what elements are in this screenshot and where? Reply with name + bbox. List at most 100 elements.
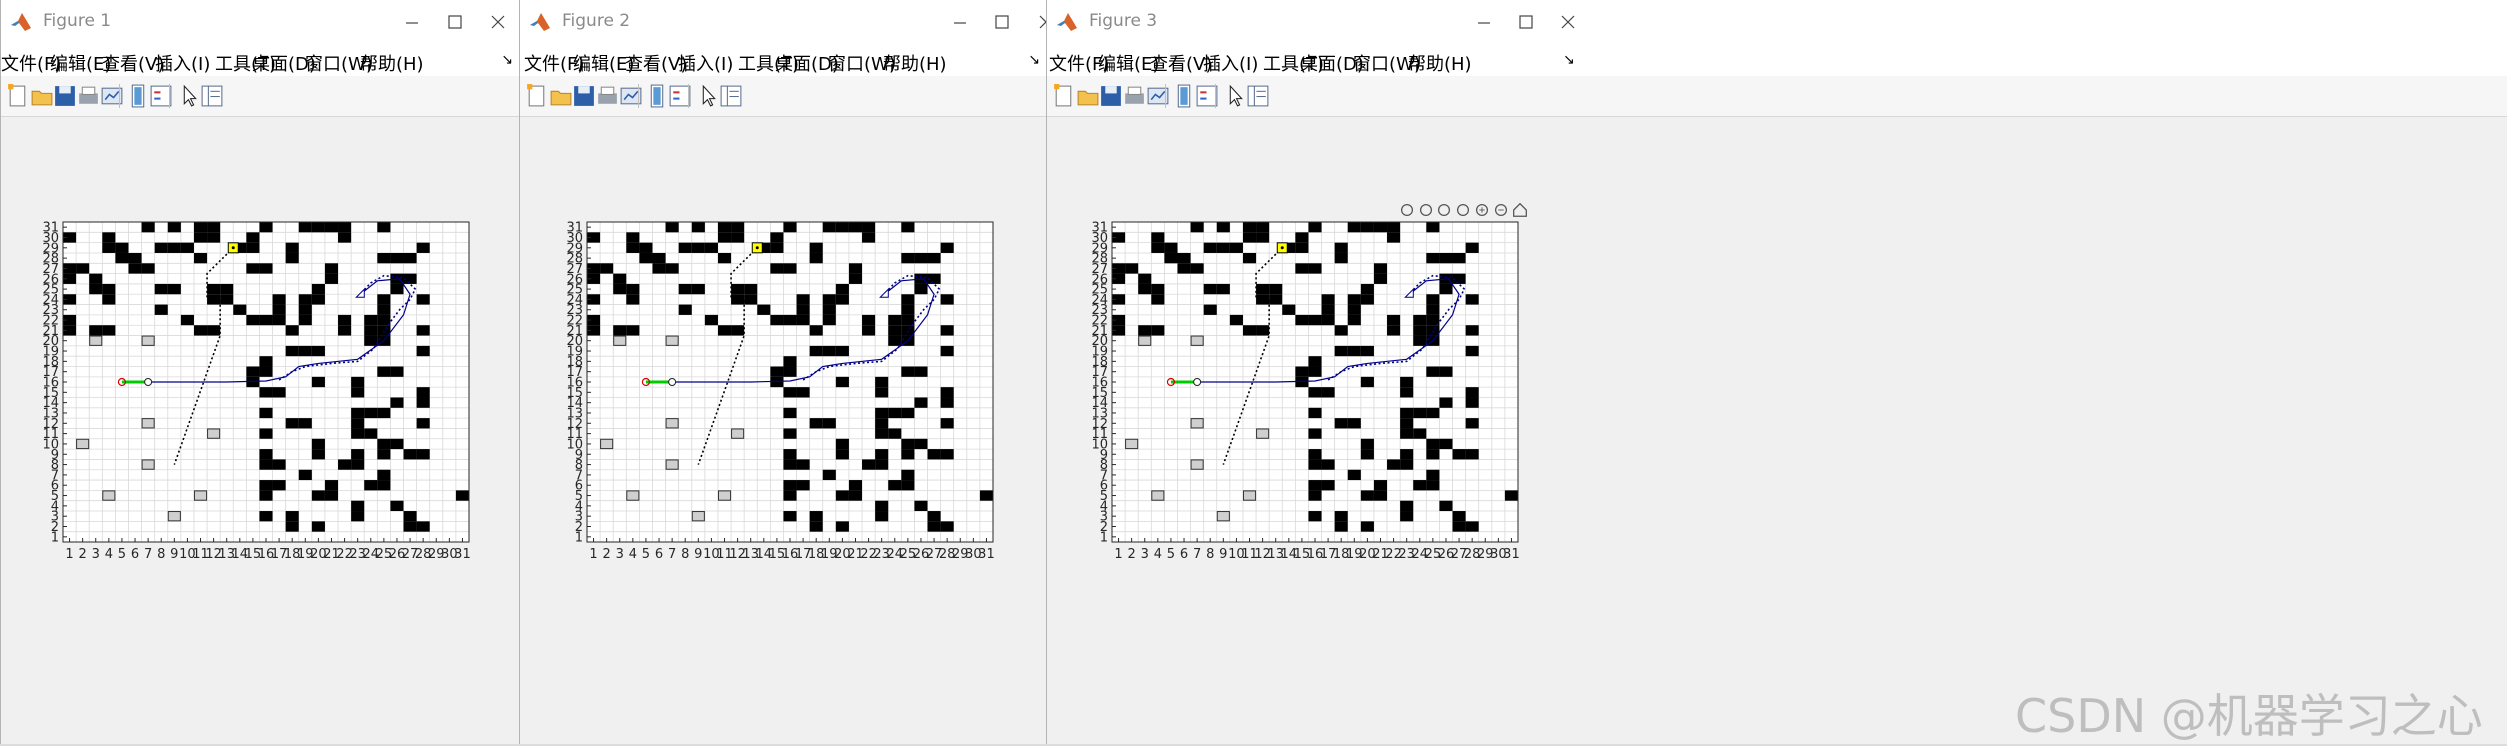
obstacle-cell: [875, 459, 889, 470]
obstacle-cell: [1465, 418, 1479, 429]
menu-insert[interactable]: 插入(I): [678, 50, 733, 76]
title-bar[interactable]: Figure 3: [1047, 0, 2507, 44]
obstacle-cell: [1360, 345, 1374, 357]
maximize-button[interactable]: [434, 6, 476, 38]
obstacle-cell: [1373, 222, 1388, 233]
obstacle-cell: [1321, 459, 1335, 470]
minimize-button[interactable]: [939, 6, 981, 38]
data-tips-icon[interactable]: [1417, 201, 1435, 219]
obstacle-cell: [796, 304, 810, 315]
obstacle-cell: [1242, 232, 1257, 243]
legend-icon[interactable]: [667, 83, 693, 109]
obstacle-cell: [1373, 490, 1388, 501]
obstacle-cell: [298, 222, 312, 233]
matlab-logo-icon: [11, 13, 31, 31]
obstacle-cell: [901, 407, 915, 419]
obstacle-cell: [1334, 511, 1348, 522]
obstacle-cell: [1413, 480, 1427, 491]
obstacle-cell: [324, 263, 339, 274]
close-button[interactable]: [1025, 6, 1046, 38]
obstacle-cell: [403, 511, 417, 522]
obstacle-cell: [927, 449, 941, 460]
dynamic-obstacle-cell: [1190, 418, 1204, 429]
zoom-out-icon[interactable]: [1492, 201, 1510, 219]
obstacle-cell: [901, 304, 915, 315]
menu-insert[interactable]: 插入(I): [155, 50, 210, 76]
obstacle-cell: [783, 356, 797, 367]
map-plot[interactable]: 1 2 3 4 5 6 7 8 9 1011121314151617181920212223242…: [1, 117, 519, 744]
obstacle-cell: [1295, 263, 1309, 274]
property-inspector-icon[interactable]: [1245, 83, 1271, 109]
new-figure-icon[interactable]: [524, 83, 550, 109]
pan-icon[interactable]: [1454, 201, 1472, 219]
dynamic-obstacle-cell: [1216, 511, 1230, 522]
obstacle-cell: [1400, 511, 1414, 522]
link-plot-icon[interactable]: [1145, 83, 1171, 109]
obstacle-cell: [1465, 397, 1479, 408]
x-tick-label: 2: [1128, 547, 1136, 562]
title-bar[interactable]: Figure 1: [1, 0, 519, 44]
obstacle-cell: [377, 469, 391, 481]
obstacle-cell: [1242, 222, 1257, 233]
link-plot-icon[interactable]: [99, 83, 125, 109]
maximize-button[interactable]: [981, 6, 1023, 38]
robot-position-marker: [144, 378, 153, 386]
obstacle-cell: [1400, 407, 1414, 419]
menu-overflow-icon[interactable]: ↘: [501, 52, 513, 68]
map-plot[interactable]: 1 2 3 4 5 6 7 8 9 1011121314151617181920212223242…: [520, 117, 1046, 744]
obstacle-cell: [364, 407, 378, 419]
obstacle-cell: [1321, 304, 1335, 315]
print-icon[interactable]: [594, 83, 620, 109]
obstacle-cell: [783, 366, 797, 377]
obstacle-cell: [940, 294, 954, 305]
obstacle-cell: [285, 511, 299, 522]
close-button[interactable]: [1547, 6, 1589, 38]
new-figure-icon[interactable]: [5, 83, 31, 109]
dynamic-obstacle-cell: [1138, 335, 1152, 346]
menu-overflow-icon[interactable]: ↘: [1028, 52, 1040, 68]
menu-help[interactable]: 帮助(H): [360, 50, 424, 76]
obstacle-cell: [102, 283, 116, 295]
title-bar[interactable]: Figure 2: [520, 0, 1046, 44]
obstacle-cell: [678, 304, 692, 315]
obstacle-cell: [1439, 252, 1453, 264]
obstacle-cell: [848, 222, 863, 233]
minimize-button[interactable]: [391, 6, 433, 38]
obstacle-cell: [862, 314, 876, 326]
menu-insert[interactable]: 插入(I): [1203, 50, 1258, 76]
print-icon[interactable]: [75, 83, 101, 109]
menu-help[interactable]: 帮助(H): [1408, 50, 1472, 76]
obstacle-cell: [783, 490, 797, 501]
legend-icon[interactable]: [148, 83, 174, 109]
obstacle-cell: [285, 418, 299, 429]
brush-icon[interactable]: [1398, 201, 1416, 219]
obstacle-cell: [246, 366, 260, 377]
new-figure-icon[interactable]: [1051, 83, 1077, 109]
property-inspector-icon[interactable]: [199, 83, 225, 109]
link-plot-icon[interactable]: [618, 83, 644, 109]
maximize-icon: [448, 15, 462, 29]
obstacle-cell: [901, 469, 915, 481]
minimize-button[interactable]: [1463, 6, 1505, 38]
property-inspector-icon[interactable]: [718, 83, 744, 109]
export-icon[interactable]: [1435, 201, 1453, 219]
x-tick-label: 8: [157, 547, 165, 562]
obstacle-cell: [259, 387, 273, 398]
obstacle-cell: [914, 366, 928, 377]
print-icon[interactable]: [1121, 83, 1147, 109]
close-button[interactable]: [477, 6, 519, 38]
legend-icon[interactable]: [1194, 83, 1220, 109]
obstacle-cell: [927, 252, 941, 264]
obstacle-cell: [1308, 459, 1322, 470]
home-icon[interactable]: [1511, 201, 1529, 219]
obstacle-cell: [1504, 490, 1518, 501]
close-icon: [491, 15, 505, 29]
obstacle-cell: [1308, 222, 1322, 233]
zoom-in-icon[interactable]: [1473, 201, 1491, 219]
map-plot[interactable]: 1 2 3 4 5 6 7 8 9 1011121314151617181920212223242…: [1047, 117, 2507, 744]
menu-overflow-icon[interactable]: ↘: [1563, 52, 1575, 68]
obstacle-cell: [862, 459, 876, 470]
maximize-button[interactable]: [1505, 6, 1547, 38]
obstacle-cell: [455, 490, 469, 501]
menu-help[interactable]: 帮助(H): [883, 50, 947, 76]
